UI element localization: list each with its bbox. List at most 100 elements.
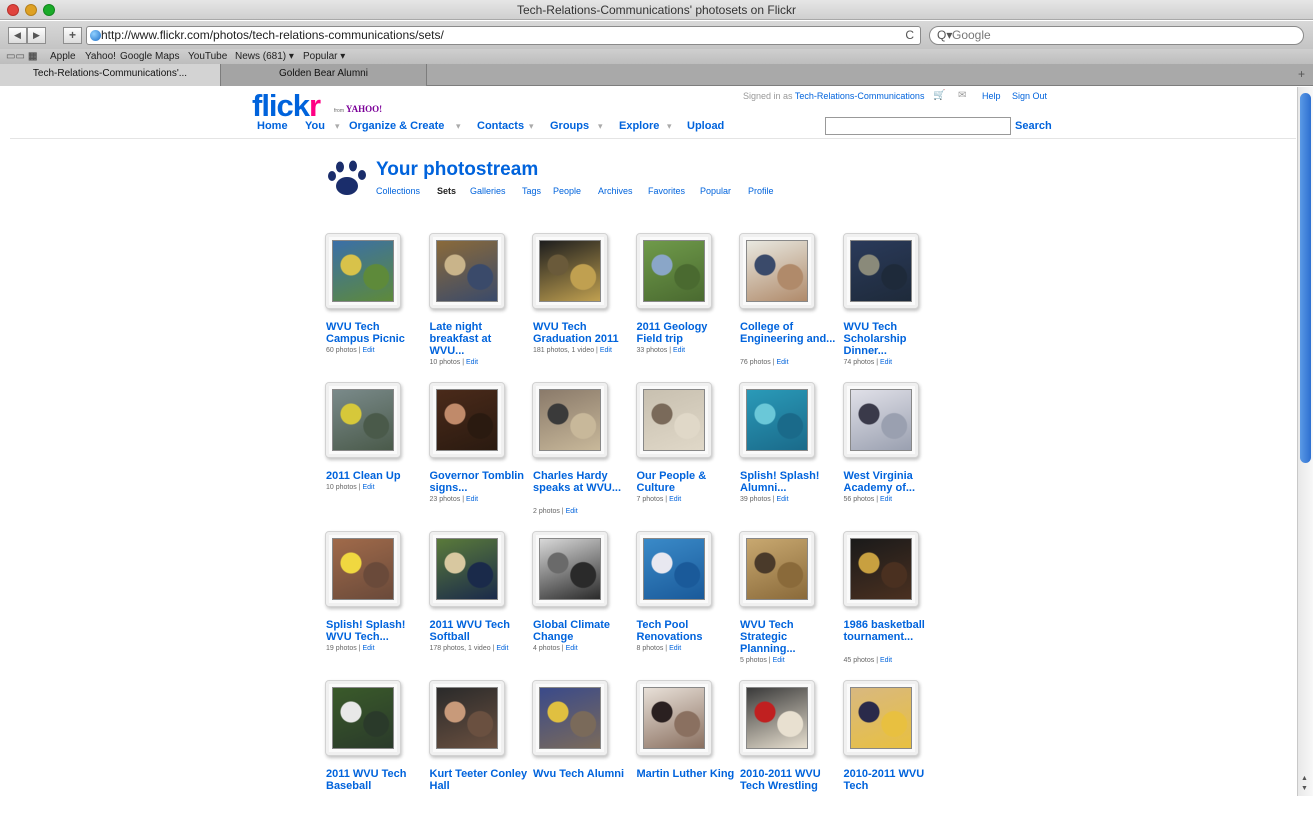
photoset-item[interactable]: Martin Luther King	[635, 680, 736, 825]
photoset-thumbnail-frame[interactable]	[842, 531, 919, 607]
bookmark-google-maps[interactable]: Google Maps	[120, 51, 179, 62]
photoset-item[interactable]: Wvu Tech Alumni	[532, 680, 632, 825]
organize-dropdown-icon[interactable]: ▾	[456, 121, 461, 132]
user-link[interactable]: Tech-Relations-Communications	[795, 91, 925, 101]
photoset-item[interactable]: WVU Tech Campus Picnic 60 photos | Edit	[325, 233, 425, 378]
photoset-thumbnail-frame[interactable]	[739, 382, 815, 458]
photoset-title[interactable]: 2011 Geology Field trip	[637, 321, 735, 345]
photoset-thumbnail[interactable]	[746, 240, 808, 302]
photoset-title[interactable]: 2010-2011 WVU Tech Wrestling	[740, 768, 838, 792]
photoset-item[interactable]: 2011 WVU Tech Softball 178 photos, 1 vide…	[428, 531, 529, 676]
bookmark-youtube[interactable]: YouTube	[188, 51, 227, 62]
photoset-thumbnail-frame[interactable]	[739, 531, 815, 607]
photoset-thumbnail[interactable]	[332, 538, 394, 600]
grid-icon[interactable]: ▦	[28, 51, 37, 62]
photoset-item[interactable]: Tech Pool Renovations 8 photos | Edit	[635, 531, 736, 676]
flickr-search-button[interactable]: Search	[1015, 120, 1052, 132]
add-bookmark-button[interactable]: +	[63, 27, 82, 44]
photoset-thumbnail-frame[interactable]	[325, 233, 401, 309]
back-button[interactable]: ◀	[8, 27, 27, 44]
subnav-favorites[interactable]: Favorites	[648, 186, 685, 196]
scroll-up-icon[interactable]: ▲	[1301, 775, 1308, 782]
photoset-item[interactable]: Late night breakfast at WVU... 10 photos …	[428, 233, 529, 378]
photoset-thumbnail-frame[interactable]	[325, 680, 401, 756]
bookmark-news[interactable]: News (681) ▾	[235, 51, 294, 62]
photoset-item[interactable]: Splish! Splash! Alumni... 39 photos | Edi…	[739, 382, 839, 527]
photoset-edit-link[interactable]: Edit	[362, 347, 374, 354]
nav-organize-create[interactable]: Organize & Create	[349, 120, 444, 132]
scroll-down-icon[interactable]: ▼	[1301, 785, 1308, 792]
photoset-thumbnail[interactable]	[332, 389, 394, 451]
photoset-thumbnail-frame[interactable]	[635, 531, 712, 607]
photoset-edit-link[interactable]: Edit	[362, 484, 374, 491]
book-icon[interactable]: ▭▭	[6, 51, 25, 62]
photoset-title[interactable]: 2011 WVU Tech Softball	[430, 619, 528, 643]
photoset-thumbnail[interactable]	[849, 687, 912, 749]
photoset-thumbnail[interactable]	[332, 687, 394, 749]
photoset-item[interactable]: 2010-2011 WVU Tech Wrestling	[739, 680, 839, 825]
photoset-title[interactable]: Charles Hardy speaks at WVU...	[533, 470, 631, 494]
photoset-edit-link[interactable]: Edit	[776, 496, 788, 503]
photoset-thumbnail[interactable]	[746, 389, 808, 451]
nav-upload[interactable]: Upload	[687, 120, 724, 132]
photoset-title[interactable]: WVU Tech Graduation 2011	[533, 321, 631, 345]
photoset-thumbnail-frame[interactable]	[842, 382, 919, 458]
mail-icon[interactable]: ✉	[958, 90, 966, 101]
photoset-title[interactable]: Splish! Splash! Alumni...	[740, 470, 838, 494]
photoset-thumbnail[interactable]	[746, 538, 808, 600]
new-tab-icon[interactable]: +	[1298, 67, 1305, 81]
photoset-title[interactable]: Governor Tomblin signs...	[430, 470, 528, 494]
photoset-thumbnail[interactable]	[539, 538, 601, 600]
photoset-thumbnail[interactable]	[642, 389, 705, 451]
photoset-item[interactable]: Global Climate Change 4 photos | Edit	[532, 531, 632, 676]
photoset-thumbnail[interactable]	[642, 687, 705, 749]
photoset-edit-link[interactable]: Edit	[566, 508, 578, 515]
subnav-profile[interactable]: Profile	[748, 186, 774, 196]
photoset-thumbnail[interactable]	[435, 389, 498, 451]
vertical-scrollbar[interactable]: ▲ ▼	[1297, 87, 1313, 796]
photoset-title[interactable]: 2011 Clean Up	[326, 470, 424, 482]
bookmark-popular[interactable]: Popular ▾	[303, 51, 345, 62]
photoset-edit-link[interactable]: Edit	[466, 359, 478, 366]
photoset-thumbnail-frame[interactable]	[532, 233, 608, 309]
reload-icon[interactable]: C	[905, 27, 914, 44]
photoset-item[interactable]: Governor Tomblin signs... 23 photos | Edi…	[428, 382, 529, 527]
photoset-thumbnail[interactable]	[746, 687, 808, 749]
photoset-item[interactable]: Kurt Teeter Conley Hall	[428, 680, 529, 825]
photoset-thumbnail-frame[interactable]	[325, 531, 401, 607]
photoset-title[interactable]: 1986 basketball tournament...	[844, 619, 942, 643]
photoset-edit-link[interactable]: Edit	[496, 645, 508, 652]
nav-groups[interactable]: Groups	[550, 120, 589, 132]
you-dropdown-icon[interactable]: ▾	[335, 121, 340, 132]
photoset-title[interactable]: WVU Tech Scholarship Dinner...	[844, 321, 942, 357]
photoset-edit-link[interactable]: Edit	[600, 347, 612, 354]
photoset-title[interactable]: Global Climate Change	[533, 619, 631, 643]
photoset-title[interactable]: Late night breakfast at WVU...	[430, 321, 528, 357]
flickr-logo[interactable]: flickr	[252, 88, 321, 124]
photoset-title[interactable]: West Virginia Academy of...	[844, 470, 942, 494]
photoset-thumbnail-frame[interactable]	[739, 680, 815, 756]
photoset-thumbnail[interactable]	[435, 240, 498, 302]
subnav-people[interactable]: People	[553, 186, 581, 196]
photoset-thumbnail-frame[interactable]	[532, 680, 608, 756]
photoset-edit-link[interactable]: Edit	[776, 359, 788, 366]
photoset-thumbnail[interactable]	[849, 240, 912, 302]
photoset-thumbnail-frame[interactable]	[428, 382, 505, 458]
photoset-thumbnail[interactable]	[539, 389, 601, 451]
photoset-title[interactable]: WVU Tech Campus Picnic	[326, 321, 424, 345]
photoset-item[interactable]: WVU Tech Graduation 2011 181 photos, 1 vi…	[532, 233, 632, 378]
photoset-item[interactable]: Our People & Culture 7 photos | Edit	[635, 382, 736, 527]
photoset-title[interactable]: Splish! Splash! WVU Tech...	[326, 619, 424, 643]
browser-search-field[interactable]: Q▾ Google	[929, 26, 1304, 45]
photoset-title[interactable]: Kurt Teeter Conley Hall	[430, 768, 528, 792]
photoset-edit-link[interactable]: Edit	[566, 645, 578, 652]
photoset-thumbnail-frame[interactable]	[428, 680, 505, 756]
tab-golden-bear-alumni[interactable]: Golden Bear Alumni	[221, 64, 427, 86]
photoset-thumbnail-frame[interactable]	[635, 680, 712, 756]
photoset-item[interactable]: 2011 Geology Field trip 33 photos | Edit	[635, 233, 736, 378]
photoset-thumbnail[interactable]	[642, 240, 705, 302]
photoset-title[interactable]: 2011 WVU Tech Baseball	[326, 768, 424, 792]
photoset-thumbnail-frame[interactable]	[842, 233, 919, 309]
photoset-thumbnail-frame[interactable]	[532, 382, 608, 458]
bookmark-apple[interactable]: Apple	[50, 51, 76, 62]
